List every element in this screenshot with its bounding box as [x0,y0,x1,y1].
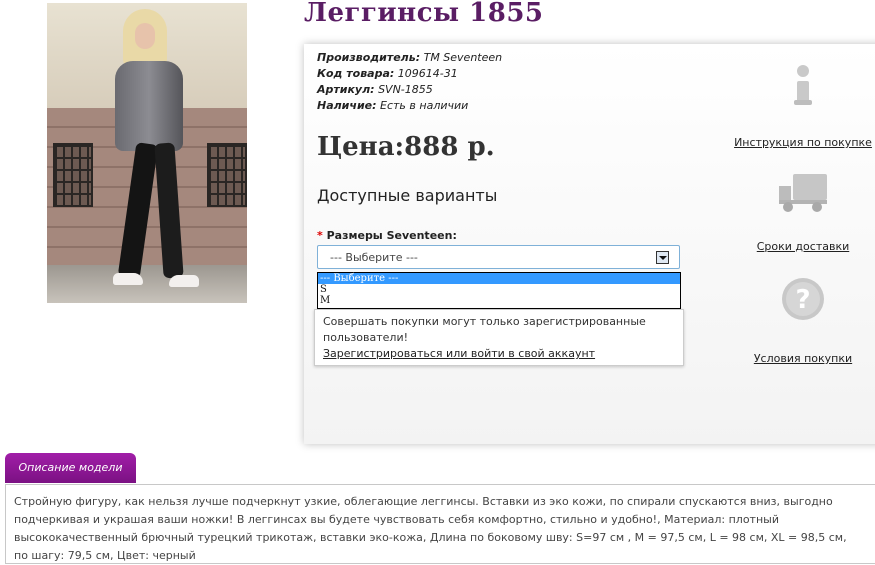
product-photo[interactable] [47,3,247,303]
spec-article: Артикул: SVN-1855 [317,83,433,96]
spec-manufacturer: Производитель: TM Seventeen [317,51,502,64]
register-login-link[interactable]: Зарегистрироваться или войти в свой акка… [323,347,595,360]
login-notice: Совершать покупки могут только зарегистр… [314,309,684,366]
svg-text:?: ? [795,285,810,315]
side-link-delivery[interactable]: Сроки доставки [728,172,875,253]
spec-value: 109614-31 [397,67,458,80]
spec-value: Есть в наличии [380,99,469,112]
size-label-text: Размеры Seventeen: [326,229,457,242]
product-info-panel: Производитель: TM Seventeen Код товара: … [304,44,875,444]
photo-window [207,143,247,207]
side-link-terms[interactable]: ? Условия покупки [728,276,875,365]
question-icon: ? [782,278,824,320]
side-link-instructions[interactable]: Инструкция по покупке [728,64,875,149]
photo-ground [47,265,247,303]
spec-label: Код товара: [317,67,395,80]
size-option[interactable]: --- Выберите --- [318,273,680,284]
photo-model [169,275,199,287]
chevron-down-icon[interactable] [656,251,669,264]
spec-availability: Наличие: Есть в наличии [317,99,468,112]
info-icon [794,65,812,105]
size-select[interactable]: --- Выберите --- [317,245,680,269]
side-link-label[interactable]: Сроки доставки [728,240,875,253]
side-link-label[interactable]: Инструкция по покупке [728,136,875,149]
description-panel: Стройную фигуру, как нельзя лучше подчер… [5,484,875,564]
photo-model [113,273,143,285]
size-select-label: * Размеры Seventeen: [317,229,457,242]
size-option[interactable]: S [318,284,680,295]
photo-model [135,23,155,49]
size-option[interactable]: M [318,295,680,306]
tab-label: Описание модели [18,461,123,474]
notice-message: Совершать покупки могут только зарегистр… [323,315,646,344]
variants-heading: Доступные варианты [317,186,498,205]
photo-model [115,61,183,151]
product-price: Цена:888 р. [317,132,495,162]
photo-window [53,143,93,207]
truck-icon [779,174,827,212]
size-dropdown-list[interactable]: --- Выберите --- S M [317,272,681,309]
tab-model-description[interactable]: Описание модели [5,453,136,483]
spec-label: Наличие: [317,99,377,112]
size-select-value: --- Выберите --- [330,251,418,264]
description-text: Стройную фигуру, как нельзя лучше подчер… [14,495,847,562]
required-mark: * [317,229,323,242]
spec-product-code: Код товара: 109614-31 [317,67,458,80]
side-link-label[interactable]: Условия покупки [728,352,875,365]
spec-value: SVN-1855 [378,83,433,96]
spec-value: TM Seventeen [423,51,503,64]
product-title: Леггинсы 1855 [304,0,544,28]
spec-label: Производитель: [317,51,421,64]
spec-label: Артикул: [317,83,375,96]
